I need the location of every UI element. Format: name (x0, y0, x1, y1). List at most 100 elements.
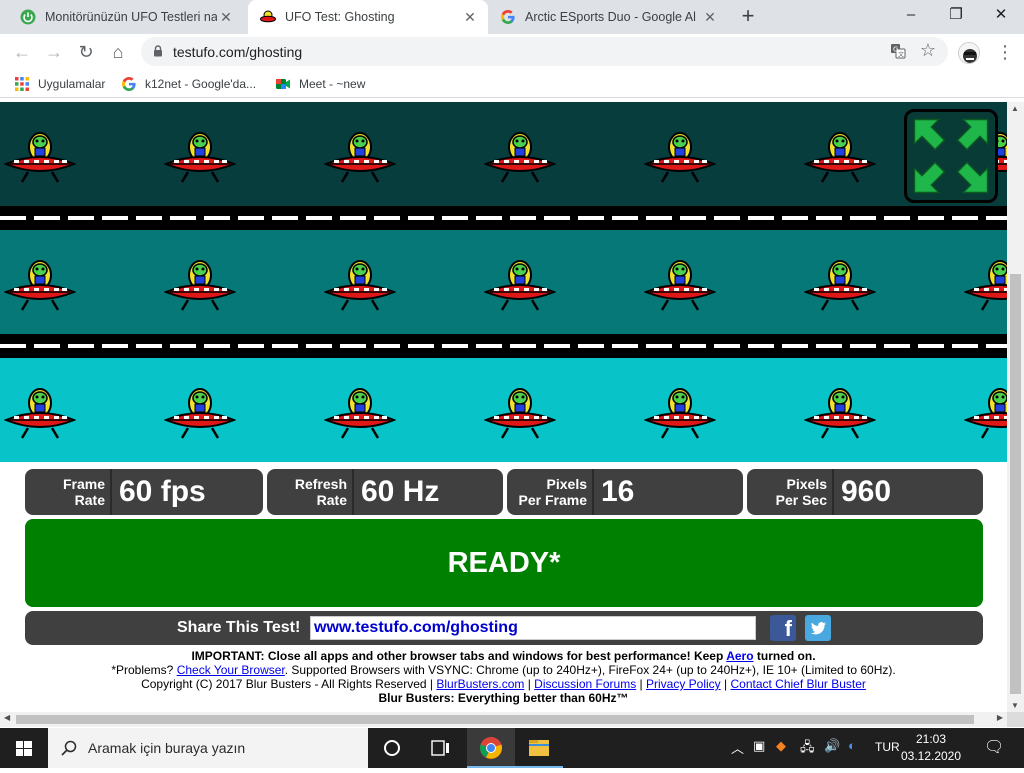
ufo-sprite (803, 376, 877, 440)
scrollbar-corner (1007, 712, 1024, 727)
ufo-icon (260, 10, 276, 23)
tab-strip: Monitörünüzün UFO Testleri nası ✕ UFO Te… (0, 0, 1024, 34)
fullscreen-arrows-icon (913, 118, 989, 194)
reload-icon[interactable]: ↻ (74, 40, 98, 64)
stat-label: Pixels Per Frame (518, 476, 587, 508)
road-divider (0, 206, 1007, 230)
url-text[interactable]: testufo.com/ghosting (173, 44, 302, 60)
windows-taskbar: Aramak için buraya yazın ︿ ▣ ◆ 🖧 🔊 ◐ TUR… (0, 728, 1024, 768)
tab-title: UFO Test: Ghosting (285, 10, 395, 24)
ufo-sprite (3, 120, 77, 184)
bookmark-meet[interactable]: Meet - ~new (275, 75, 365, 93)
metamask-icon[interactable]: ◆ (776, 738, 786, 754)
taskbar-clock[interactable]: 21:03 03.12.2020 (898, 731, 964, 765)
ufo-lane-medium (0, 230, 1007, 334)
restore-button[interactable]: ❐ (933, 0, 979, 30)
ufo-sprite (3, 376, 77, 440)
bookmark-star-icon[interactable]: ☆ (920, 40, 936, 61)
close-icon[interactable]: ✕ (462, 9, 478, 25)
back-arrow-icon[interactable]: ← (10, 40, 34, 64)
pixels-per-frame-stat[interactable]: Pixels Per Frame 16 (507, 469, 743, 515)
close-icon[interactable]: ✕ (218, 9, 234, 25)
cortana-icon[interactable] (368, 728, 416, 768)
task-view-icon[interactable] (416, 728, 464, 768)
tab-ufo-tests[interactable]: Monitörünüzün UFO Testleri nası ✕ (8, 0, 244, 34)
ufo-sprite (163, 120, 237, 184)
minimize-button[interactable]: – (888, 0, 934, 30)
vertical-scrollbar[interactable]: ▲ ▼ (1007, 102, 1024, 712)
ufo-sprite (323, 376, 397, 440)
profile-icon (959, 43, 979, 63)
tab-ufo-ghosting[interactable]: UFO Test: Ghosting ✕ (248, 0, 488, 34)
horizontal-scrollbar[interactable]: ◀ ▶ (0, 712, 1007, 727)
search-icon (61, 740, 77, 756)
tray-device-icon[interactable]: ▣ (753, 738, 765, 754)
bookmark-apps[interactable]: Uygulamalar (14, 75, 105, 93)
file-explorer-icon[interactable] (515, 728, 563, 768)
chrome-taskbar-icon[interactable] (467, 728, 515, 768)
network-icon[interactable]: 🖧 (800, 738, 815, 760)
bookmark-k12net[interactable]: k12net - Google'da... (121, 75, 256, 93)
ready-status: READY* (25, 519, 983, 607)
svg-text:文: 文 (898, 51, 904, 59)
road-divider (0, 334, 1007, 358)
scroll-right-icon[interactable]: ▶ (997, 713, 1003, 722)
stat-label: Frame Rate (62, 476, 105, 508)
blurbusters-link[interactable]: BlurBusters.com (436, 677, 524, 691)
ufo-sprite (803, 248, 877, 312)
language-indicator[interactable]: TUR (875, 740, 900, 754)
chrome-icon (480, 737, 502, 759)
lock-icon[interactable] (153, 45, 163, 57)
bookmark-label: Meet - ~new (299, 77, 366, 91)
bookmark-label: Uygulamalar (38, 77, 106, 91)
contact-link[interactable]: Contact Chief Blur Buster (730, 677, 865, 691)
new-tab-button[interactable]: + (737, 5, 759, 28)
power-icon (20, 9, 36, 25)
volume-icon[interactable]: 🔊 (824, 738, 840, 754)
forums-link[interactable]: Discussion Forums (534, 677, 636, 691)
check-browser-link[interactable]: Check Your Browser (177, 663, 285, 677)
browser-toolbar: ← → ↻ ⌂ testufo.com/ghosting G 文 ☆ ⋮ (0, 34, 1024, 70)
taskbar-search-box[interactable]: Aramak için buraya yazın (48, 728, 368, 768)
translate-icon[interactable]: G 文 (890, 43, 906, 59)
close-icon[interactable]: ✕ (702, 9, 718, 25)
twitter-icon[interactable] (805, 615, 831, 641)
refresh-rate-stat: Refresh Rate 60 Hz (267, 469, 503, 515)
ufo-sprite (323, 120, 397, 184)
notifications-icon[interactable]: 🗨 (984, 737, 1004, 757)
ufo-sprite (323, 248, 397, 312)
meet-icon (276, 79, 290, 89)
start-button[interactable] (0, 728, 48, 768)
profile-avatar[interactable] (958, 42, 980, 64)
share-url-field[interactable]: www.testufo.com/ghosting (310, 616, 756, 640)
fullscreen-button[interactable] (904, 109, 998, 203)
scroll-left-icon[interactable]: ◀ (4, 713, 10, 722)
forward-arrow-icon[interactable]: → (42, 40, 66, 64)
stat-label: Pixels Per Sec (775, 476, 827, 508)
aero-link[interactable]: Aero (726, 649, 753, 663)
privacy-link[interactable]: Privacy Policy (646, 677, 721, 691)
weather-icon[interactable]: ◐ (848, 738, 856, 753)
stat-value: 16 (601, 475, 635, 508)
menu-kebab-icon[interactable]: ⋮ (996, 40, 1014, 64)
ufo-sprite (643, 376, 717, 440)
stat-value: 60 Hz (361, 475, 440, 508)
address-bar[interactable]: testufo.com/ghosting G 文 ☆ (141, 37, 948, 66)
scroll-up-icon[interactable]: ▲ (1011, 104, 1019, 113)
copyright-line: Copyright (C) 2017 Blur Busters - All Ri… (141, 677, 866, 691)
page-viewport: Frame Rate 60 fps Refresh Rate 60 Hz Pixel… (0, 102, 1007, 712)
scrollbar-thumb[interactable] (1010, 274, 1021, 694)
close-window-button[interactable]: ✕ (978, 0, 1024, 30)
facebook-icon[interactable]: f (770, 615, 796, 641)
home-icon[interactable]: ⌂ (106, 40, 130, 64)
tab-arctic-esports[interactable]: Arctic ESports Duo - Google Alış ✕ (488, 0, 728, 34)
search-placeholder: Aramak için buraya yazın (88, 740, 246, 756)
bookmarks-bar: Uygulamalar k12net - Google'da... Meet -… (0, 70, 1024, 98)
frame-rate-stat: Frame Rate 60 fps (25, 469, 263, 515)
ufo-sprite (963, 248, 1007, 312)
bookmark-label: k12net - Google'da... (145, 77, 257, 91)
scroll-down-icon[interactable]: ▼ (1011, 701, 1019, 710)
tray-chevron-icon[interactable]: ︿ (731, 738, 744, 757)
scrollbar-thumb[interactable] (16, 715, 974, 724)
ufo-lane-light (0, 358, 1007, 462)
